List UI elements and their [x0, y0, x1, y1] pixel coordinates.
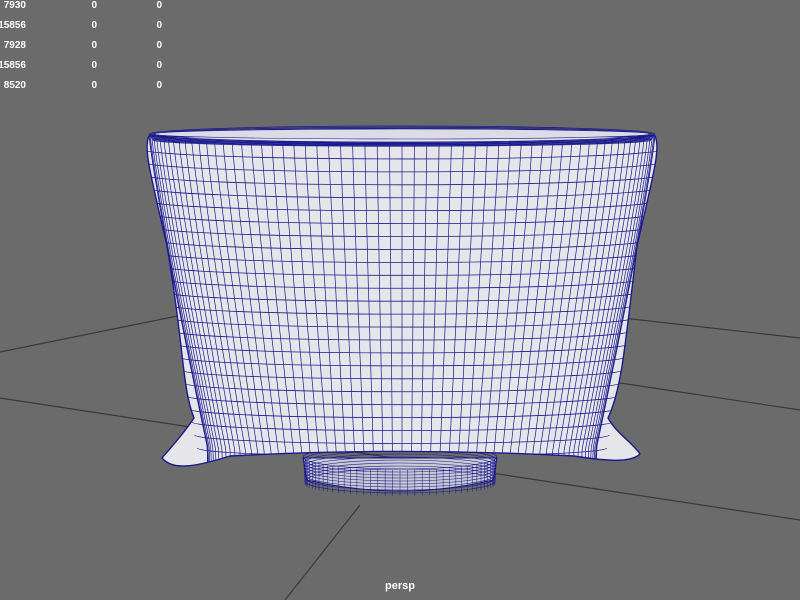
camera-name-label: persp: [385, 580, 415, 592]
hud-value: 0: [156, 80, 162, 91]
hud-value: 0: [91, 20, 97, 31]
hud-value: 7928: [3, 40, 26, 51]
hud-value: 0: [156, 60, 162, 71]
hud-row-edges: 15856 0 0: [0, 19, 200, 33]
hud-value: 0: [156, 20, 162, 31]
hud-row-verts: 7930 0 0: [0, 0, 200, 13]
grid-line: [599, 379, 800, 411]
hud-value: 8520: [3, 80, 26, 91]
hud-value: 0: [91, 0, 97, 11]
hud-value: 0: [91, 40, 97, 51]
hud-value: 15856: [0, 60, 26, 71]
hud-value: 0: [91, 80, 97, 91]
maya-persp-viewport[interactable]: 7930 0 0 15856 0 0 7928 0 0 15856 0 0 85…: [0, 0, 800, 600]
hud-value: 0: [156, 40, 162, 51]
hud-value: 7930: [3, 0, 26, 11]
hud-value: 0: [156, 0, 162, 11]
hud-row-uvs: 8520 0 0: [0, 79, 200, 93]
hud-row-faces: 7928 0 0: [0, 39, 200, 53]
pot-rim-opening: [154, 128, 650, 140]
hud-value: 15856: [0, 20, 26, 31]
hud-value: 0: [91, 60, 97, 71]
pot-mesh[interactable]: [141, 125, 664, 476]
hud-row-tris: 15856 0 0: [0, 59, 200, 73]
